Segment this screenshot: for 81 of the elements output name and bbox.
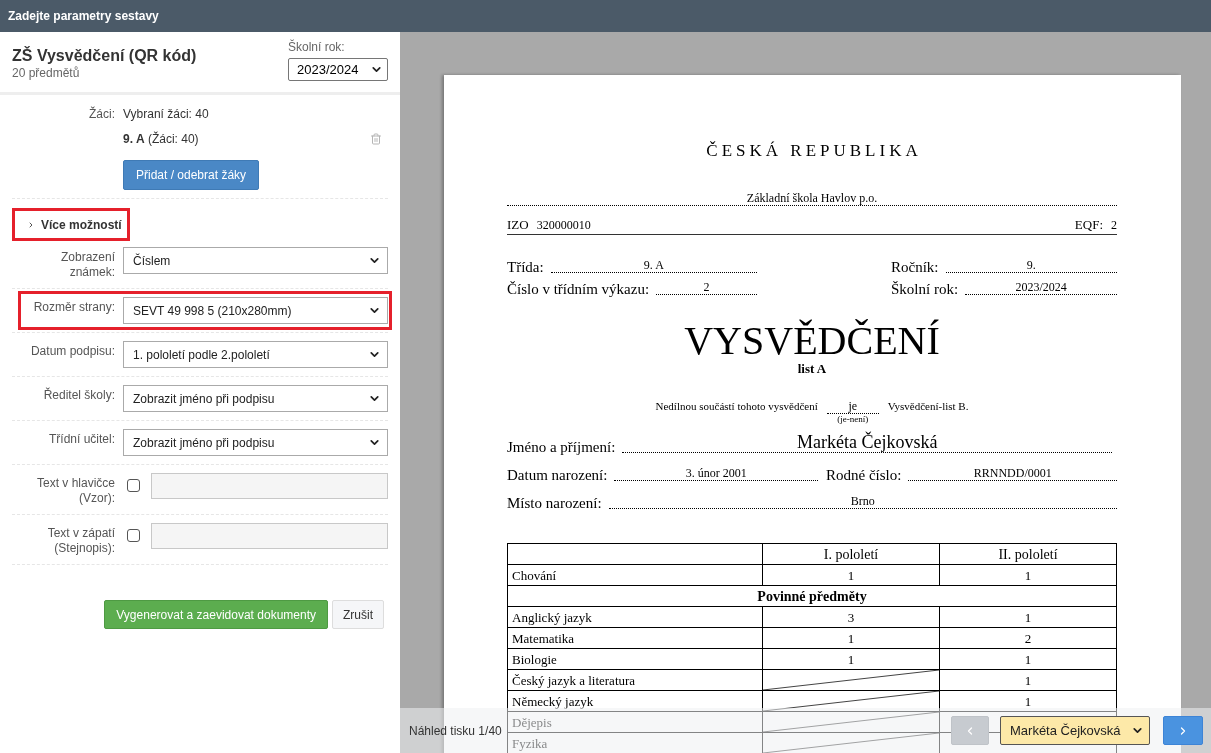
field-label: Číslo v třídním výkazu: — [507, 281, 650, 298]
field-label: Školní rok: — [288, 40, 346, 54]
field-label: Ročník: — [891, 259, 939, 276]
field-label: Jméno a příjmení: — [507, 439, 616, 456]
select-field[interactable]: 1. pololetí podle 2.pololetí — [123, 341, 388, 368]
field-label: EQF: — [1074, 216, 1103, 233]
field-label: Třída: — [507, 259, 544, 276]
subject-cell: Matematika — [507, 627, 763, 649]
checkbox[interactable] — [127, 529, 140, 542]
field-label: Zobrazení známek: — [59, 249, 115, 280]
fill-in-line: 2023/2024 — [965, 280, 1117, 295]
checkbox[interactable] — [127, 479, 140, 492]
field-label: Datum narození: — [507, 467, 608, 484]
grade-cell: 1 — [939, 648, 1117, 670]
next-button[interactable] — [1163, 716, 1203, 745]
page-counter: Náhled tisku 1/40 — [409, 723, 502, 738]
field-label: Třídní učitel: — [47, 431, 115, 447]
field-label: Datum podpisu: — [29, 343, 115, 359]
class-group: 9. A (Žáci: 40) — [123, 132, 199, 146]
section-header: Povinné předměty — [507, 585, 1117, 607]
students-summary: Vybraní žáci: 40 — [123, 107, 210, 121]
field-value: 2 — [1111, 218, 1117, 232]
select-field[interactable]: Číslem — [123, 247, 388, 274]
input-field[interactable] — [151, 473, 388, 499]
field-label: Ředitel školy: — [42, 386, 115, 403]
grade-cell: 3 — [762, 606, 940, 628]
field-label: IZO — [507, 216, 529, 233]
more-options-toggle[interactable]: Více možností — [15, 211, 127, 238]
column-header: I. pololetí — [762, 543, 940, 565]
grade-cell: 1 — [939, 606, 1117, 628]
fill-in-line: 9. — [945, 258, 1117, 273]
fill-in-line: Brno — [608, 494, 1117, 509]
cancel-button[interactable]: Zrušit — [332, 600, 384, 629]
grade-cell: 1 — [762, 627, 940, 649]
field-value: 320000010 — [536, 218, 591, 232]
subject-cell: Dějepis — [507, 711, 763, 733]
grade-cell: 2 — [939, 627, 1117, 649]
country-heading: ČESKÁ REPUBLIKA — [705, 141, 923, 161]
school-year-select[interactable]: 2023/2024 — [288, 58, 388, 81]
trash-icon[interactable] — [370, 133, 382, 145]
field-label: Text v hlavičce (Vzor): — [35, 475, 115, 506]
fill-in-line: RRNNDD/0001 — [908, 466, 1117, 481]
select-field[interactable]: Zobrazit jméno při podpisu — [123, 385, 388, 412]
fill-in-line: 2 — [656, 280, 757, 295]
grade-cell: 1 — [939, 669, 1117, 691]
subject-cell: Německý jazyk — [507, 690, 763, 712]
fill-in-line: je — [826, 399, 879, 414]
column-header: II. pololetí — [939, 543, 1117, 565]
chevron-right-icon — [27, 220, 35, 229]
grade-cell: 1 — [939, 690, 1117, 712]
field-label: Školní rok: — [891, 281, 959, 298]
field-label: Rozměr strany: — [32, 299, 115, 315]
field-label: Místo narození: — [507, 495, 602, 512]
subject-cell: Chování — [507, 564, 763, 586]
grade-cell: 1 — [762, 648, 940, 670]
subject-cell: Český jazyk a literatura — [507, 669, 763, 691]
input-field[interactable] — [151, 523, 388, 549]
grade-cell: 1 — [939, 564, 1117, 586]
note-text: Vysvědčení-list B. — [887, 399, 969, 413]
fill-in-line: Markéta Čejkovská — [622, 432, 1112, 453]
field-label: Žáci: — [88, 107, 115, 121]
fill-in-line: 9. A — [550, 258, 757, 273]
field-label: Text v zápatí (Stejnopis): — [46, 525, 115, 556]
fill-in-line: Základní škola Havlov p.o. — [507, 192, 1117, 206]
subject-cell: Biologie — [507, 648, 763, 670]
select-field[interactable]: Zobrazit jméno při podpisu — [123, 429, 388, 456]
add-remove-students-button[interactable]: Přidat / odebrat žáky — [123, 160, 260, 190]
field-label: Rodné číslo: — [826, 467, 902, 484]
select-field[interactable]: SEVT 49 998 5 (210x280mm) — [123, 297, 388, 324]
document-title: VYSVĚDČENÍ — [683, 319, 941, 363]
report-title: ZŠ Vysvědčení (QR kód) — [12, 46, 197, 66]
note-text: Nedílnou součástí tohoto vysvědčení — [655, 399, 818, 413]
subject-count: 20 předmětů — [12, 66, 81, 81]
window-title: Zadejte parametry sestavy — [0, 0, 1211, 32]
fill-in-line: 3. únor 2001 — [614, 466, 818, 481]
subject-cell: Fyzika — [507, 732, 763, 753]
student-select[interactable]: Markéta Čejkovská — [1000, 716, 1150, 745]
grade-cell: 1 — [762, 564, 940, 586]
document-subtitle: list A — [796, 361, 828, 377]
hint-text: (je-není) — [837, 414, 869, 425]
subject-cell: Anglický jazyk — [507, 606, 763, 628]
